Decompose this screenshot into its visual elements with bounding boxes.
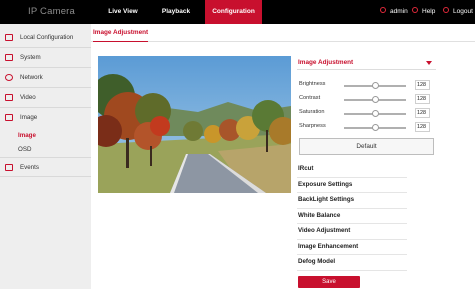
content-tab-bar: Image Adjustment [91, 24, 475, 42]
panel-title: Image Adjustment [298, 59, 354, 66]
slider-label: Brightness [299, 81, 326, 87]
help-icon [412, 7, 418, 14]
brightness-slider-row: Brightness 128 [297, 79, 436, 91]
network-icon [5, 74, 13, 81]
contrast-slider-row: Contrast 128 [297, 93, 436, 105]
sidebar-item-image[interactable]: Image [0, 108, 91, 128]
slider-label: Sharpness [299, 123, 326, 129]
events-icon [5, 164, 13, 171]
brightness-value-input[interactable]: 128 [415, 80, 430, 90]
section-exposure-settings[interactable]: Exposure Settings [297, 178, 407, 193]
tab-image-adjustment[interactable]: Image Adjustment [93, 24, 149, 42]
help-link[interactable]: Help [412, 0, 435, 24]
video-icon [5, 94, 13, 101]
sidebar-item-local-configuration[interactable]: Local Configuration [0, 28, 91, 48]
nav-playback[interactable]: Playback [160, 0, 192, 24]
section-defog-model[interactable]: Defog Model [297, 255, 407, 271]
sidebar-item-video[interactable]: Video [0, 88, 91, 108]
user-name: admin [390, 8, 408, 15]
saturation-value-input[interactable]: 128 [415, 108, 430, 118]
sidebar: Local Configuration System Network Video… [0, 24, 91, 289]
chevron-down-icon[interactable] [426, 61, 432, 65]
image-icon [5, 114, 13, 121]
preview-scene-image [98, 56, 291, 193]
contrast-value-input[interactable]: 128 [415, 94, 430, 104]
save-button[interactable]: Save [298, 276, 360, 288]
sidebar-subitem-image[interactable]: Image [18, 132, 36, 139]
slider-handle[interactable] [371, 110, 379, 117]
slider-label: Contrast [299, 95, 321, 101]
nav-configuration[interactable]: Configuration [205, 0, 262, 24]
saturation-slider-row: Saturation 128 [297, 107, 436, 119]
section-ircut[interactable]: IRcut [297, 162, 407, 178]
section-white-balance[interactable]: White Balance [297, 209, 407, 224]
slider-handle[interactable] [371, 82, 379, 89]
slider-label: Saturation [299, 109, 325, 115]
section-backlight-settings[interactable]: BackLight Settings [297, 193, 407, 209]
system-icon [5, 54, 13, 61]
sharpness-value-input[interactable]: 128 [415, 122, 430, 132]
nav-live-view[interactable]: Live View [106, 0, 140, 24]
section-video-adjustment[interactable]: Video Adjustment [297, 224, 407, 240]
slider-handle[interactable] [371, 124, 379, 131]
sharpness-slider-row: Sharpness 128 [297, 121, 436, 133]
power-icon [443, 7, 449, 14]
top-bar: IP Camera Live View Playback Configurati… [0, 0, 475, 24]
user-menu[interactable]: admin [380, 0, 408, 24]
video-preview [98, 56, 291, 193]
sidebar-item-events[interactable]: Events [0, 157, 91, 177]
logout-link[interactable]: Logout [443, 0, 473, 24]
section-image-enhancement[interactable]: Image Enhancement [297, 240, 407, 255]
default-button[interactable]: Default [299, 138, 434, 155]
sidebar-subitem-osd[interactable]: OSD [18, 146, 31, 153]
slider-handle[interactable] [371, 96, 379, 103]
panel-header[interactable]: Image Adjustment [297, 56, 436, 70]
user-icon [380, 7, 386, 14]
brand-logo: IP Camera [28, 6, 76, 17]
sidebar-item-network[interactable]: Network [0, 68, 91, 88]
monitor-icon [5, 34, 13, 41]
sidebar-item-system[interactable]: System [0, 48, 91, 68]
